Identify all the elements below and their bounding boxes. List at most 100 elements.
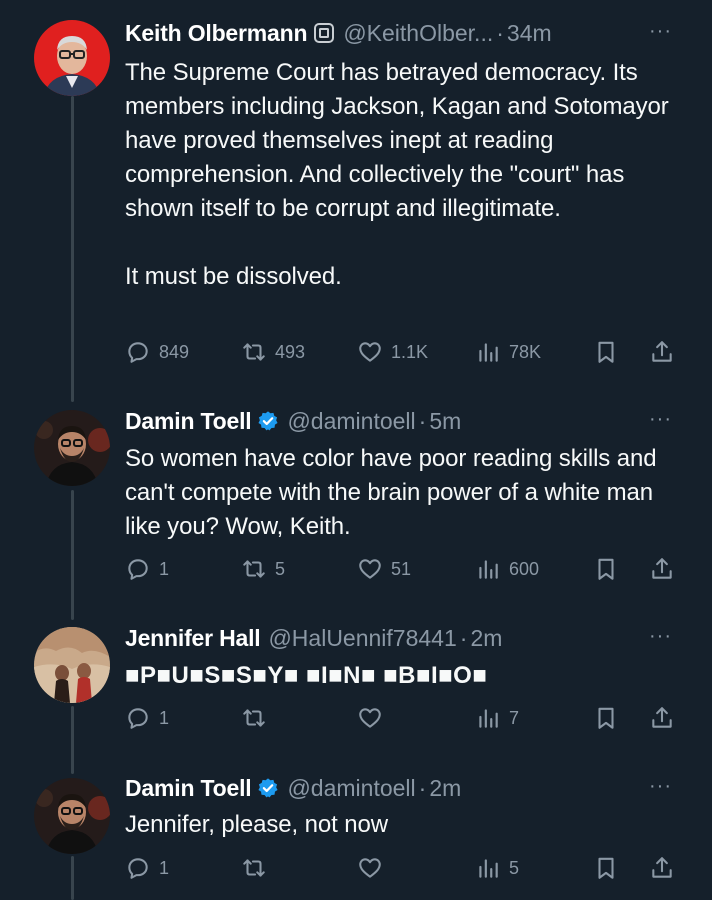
like-icon bbox=[357, 855, 383, 881]
thread: Keith Olbermann @KeithOlber... · 34m ···… bbox=[0, 0, 712, 900]
reply-icon bbox=[125, 556, 151, 582]
timestamp[interactable]: 2m bbox=[429, 775, 461, 802]
reply-icon bbox=[125, 855, 151, 881]
handle[interactable]: @HalUennif78441 bbox=[268, 625, 456, 652]
avatar[interactable] bbox=[34, 20, 110, 96]
share-icon bbox=[649, 556, 675, 582]
avatar[interactable] bbox=[34, 410, 110, 486]
thread-line bbox=[71, 706, 74, 774]
tweet-header: Jennifer Hall @HalUennif78441 · 2m ··· bbox=[125, 623, 692, 653]
tweet-text: Jennifer, please, not now bbox=[125, 811, 389, 838]
share-button[interactable] bbox=[649, 855, 675, 881]
more-icon[interactable]: ··· bbox=[649, 775, 672, 798]
reply-count: 849 bbox=[159, 341, 190, 362]
display-name[interactable]: Keith Olbermann bbox=[125, 20, 308, 47]
handle[interactable]: @damintoell bbox=[287, 408, 415, 435]
repost-button[interactable] bbox=[241, 705, 267, 731]
separator: · bbox=[496, 19, 504, 46]
views-icon bbox=[475, 855, 501, 881]
repost-icon bbox=[241, 705, 267, 731]
share-button[interactable] bbox=[649, 339, 675, 365]
repost-button[interactable]: 5 bbox=[241, 556, 285, 582]
action-bar: 1 5 51 600 bbox=[125, 554, 684, 584]
timestamp[interactable]: 5m bbox=[429, 408, 461, 435]
tweet-header: Damin Toell @damintoell · 2m ··· bbox=[125, 773, 692, 803]
thread-line bbox=[71, 490, 74, 620]
more-icon[interactable]: ··· bbox=[649, 408, 672, 431]
display-name[interactable]: Jennifer Hall bbox=[125, 625, 261, 652]
reply-icon bbox=[125, 705, 151, 731]
reply-button[interactable]: 1 bbox=[125, 855, 169, 881]
like-button[interactable] bbox=[357, 855, 383, 881]
avatar[interactable] bbox=[34, 627, 110, 703]
like-button[interactable]: 51 bbox=[357, 556, 411, 582]
tweet-header: Damin Toell @damintoell · 5m ··· bbox=[125, 406, 692, 436]
like-icon bbox=[357, 339, 383, 365]
reply-button[interactable]: 1 bbox=[125, 705, 169, 731]
thread-line bbox=[71, 96, 74, 402]
tweet-text: The Supreme Court has betrayed democracy… bbox=[125, 59, 669, 290]
reply-count: 1 bbox=[159, 707, 170, 728]
views-count: 5 bbox=[509, 857, 520, 878]
views-button[interactable]: 5 bbox=[475, 855, 519, 881]
action-bar: 1 5 bbox=[125, 853, 684, 883]
like-icon bbox=[357, 705, 383, 731]
views-button[interactable]: 78K bbox=[475, 339, 541, 365]
handle[interactable]: @damintoell bbox=[287, 775, 415, 802]
repost-button[interactable]: 493 bbox=[241, 339, 305, 365]
bookmark-icon bbox=[593, 339, 619, 365]
bookmark-button[interactable] bbox=[593, 556, 619, 582]
like-count: 1.1K bbox=[391, 341, 429, 362]
separator: · bbox=[459, 624, 468, 651]
reply-button[interactable]: 1 bbox=[125, 556, 169, 582]
timestamp[interactable]: 2m bbox=[470, 625, 502, 652]
reply-count: 1 bbox=[159, 857, 170, 878]
like-count: 51 bbox=[391, 558, 412, 579]
repost-count: 493 bbox=[275, 341, 306, 362]
tweet-text: So women have color have poor reading sk… bbox=[125, 445, 657, 540]
like-button[interactable] bbox=[357, 705, 383, 731]
share-button[interactable] bbox=[649, 705, 675, 731]
action-bar: 1 7 bbox=[125, 703, 684, 733]
thread-line bbox=[71, 856, 74, 900]
bookmark-button[interactable] bbox=[593, 855, 619, 881]
repost-icon bbox=[241, 339, 267, 365]
bookmark-button[interactable] bbox=[593, 705, 619, 731]
views-icon bbox=[475, 339, 501, 365]
views-count: 7 bbox=[509, 707, 520, 728]
share-button[interactable] bbox=[649, 556, 675, 582]
like-button[interactable]: 1.1K bbox=[357, 339, 428, 365]
reply-icon bbox=[125, 339, 151, 365]
display-name[interactable]: Damin Toell bbox=[125, 408, 252, 435]
repost-icon bbox=[241, 855, 267, 881]
views-count: 78K bbox=[509, 341, 542, 362]
bookmark-icon bbox=[593, 855, 619, 881]
display-name[interactable]: Damin Toell bbox=[125, 775, 252, 802]
like-icon bbox=[357, 556, 383, 582]
views-icon bbox=[475, 705, 501, 731]
more-icon[interactable]: ··· bbox=[649, 20, 672, 43]
separator: · bbox=[418, 774, 427, 801]
views-button[interactable]: 7 bbox=[475, 705, 519, 731]
handle[interactable]: @KeithOlber... bbox=[343, 20, 493, 47]
reply-button[interactable]: 849 bbox=[125, 339, 189, 365]
tweet-text: ■P■U■S■S■Y■ ■I■N■ ■B■I■O■ bbox=[125, 662, 488, 689]
verified-badge-icon bbox=[257, 777, 279, 799]
views-count: 600 bbox=[509, 558, 540, 579]
views-button[interactable]: 600 bbox=[475, 556, 539, 582]
bookmark-button[interactable] bbox=[593, 339, 619, 365]
verified-badge-icon bbox=[257, 410, 279, 432]
bookmark-icon bbox=[593, 705, 619, 731]
share-icon bbox=[649, 855, 675, 881]
tweet-header: Keith Olbermann @KeithOlber... · 34m ··· bbox=[125, 18, 692, 48]
bookmark-icon bbox=[593, 556, 619, 582]
avatar[interactable] bbox=[34, 778, 110, 854]
timestamp[interactable]: 34m bbox=[507, 20, 552, 47]
separator: · bbox=[418, 407, 427, 434]
repost-button[interactable] bbox=[241, 855, 267, 881]
repost-icon bbox=[241, 556, 267, 582]
more-icon[interactable]: ··· bbox=[649, 625, 672, 648]
views-icon bbox=[475, 556, 501, 582]
square-badge-icon bbox=[313, 22, 335, 44]
reply-count: 1 bbox=[159, 558, 170, 579]
